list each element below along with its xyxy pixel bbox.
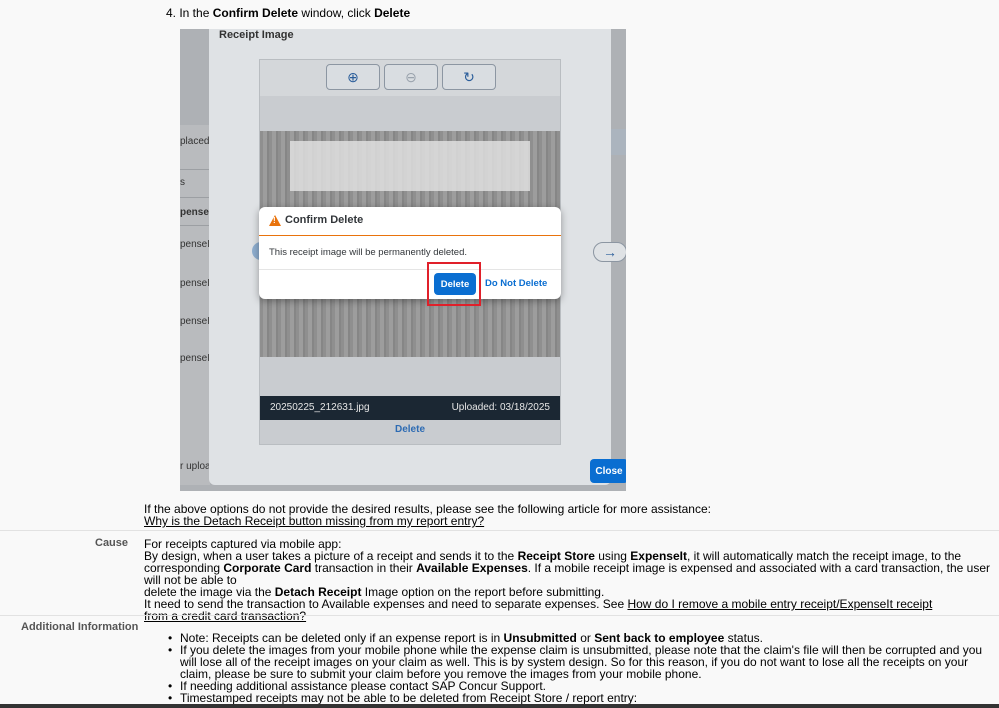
list-item: Timestamped receipts may not be able to … xyxy=(144,692,990,704)
modal-title: Receipt Image xyxy=(219,29,294,41)
background-row-text: penseIt xyxy=(180,239,210,250)
dialog-footer-divider xyxy=(259,269,561,270)
additional-information-list: Note: Receipts can be deleted only if an… xyxy=(144,632,990,704)
zoom-out-icon[interactable]: ⊖ xyxy=(384,64,438,90)
section-divider xyxy=(0,615,999,616)
highlight-box xyxy=(427,262,481,306)
dialog-title: Confirm Delete xyxy=(285,214,364,226)
followup-link-wrap: Why is the Detach Receipt button missing… xyxy=(144,515,484,527)
background-divider xyxy=(180,225,210,226)
viewer-delete-link[interactable]: Delete xyxy=(260,424,560,435)
receipt-filename: 20250225_212631.jpg xyxy=(270,402,370,413)
cause-label: Cause xyxy=(95,537,129,549)
dialog-header: ! Confirm Delete xyxy=(259,207,561,236)
receipt-uploaded-date: Uploaded: 03/18/2025 xyxy=(451,402,550,413)
zoom-in-icon[interactable]: ⊕ xyxy=(326,64,380,90)
step-window-name: Confirm Delete xyxy=(212,6,299,20)
additional-information-content: Note: Receipts can be deleted only if an… xyxy=(144,632,990,704)
background-row-text: s xyxy=(180,177,185,188)
detach-receipt-article-link[interactable]: Why is the Detach Receipt button missing… xyxy=(144,514,484,528)
background-row-text: penseIt xyxy=(180,353,210,364)
step-instruction: 4. In the Confirm Delete window, click D… xyxy=(166,6,410,20)
instruction-screenshot: placed s pense penseIt penseIt penseIt p… xyxy=(180,29,626,491)
list-item: If you delete the images from your mobil… xyxy=(144,644,990,680)
step-action: Delete xyxy=(374,6,411,20)
viewer-toolbar: ⊕ ⊖ ↻ xyxy=(260,60,560,96)
close-button[interactable]: Close xyxy=(590,459,626,483)
background-row-text: placed xyxy=(180,136,210,147)
background-divider xyxy=(180,197,210,198)
cause-content: For receipts captured via mobile app: By… xyxy=(144,538,990,622)
cause-line: It need to send the transaction to Avail… xyxy=(144,598,944,622)
step-middle: window, click xyxy=(298,6,375,20)
background-row-text: penseIt xyxy=(180,278,210,289)
additional-information-label: Additional Information xyxy=(21,621,139,633)
do-not-delete-button[interactable]: Do Not Delete xyxy=(485,278,547,289)
rotate-icon[interactable]: ↻ xyxy=(442,64,496,90)
text: Available Expenses xyxy=(416,561,528,575)
cause-line: corresponding Corporate Card transaction… xyxy=(144,562,990,586)
receipt-paper xyxy=(290,141,530,191)
step-prefix: 4. In the xyxy=(166,6,213,20)
next-arrow-icon[interactable]: → xyxy=(593,242,626,262)
warning-icon: ! xyxy=(269,215,281,226)
confirm-delete-dialog: ! Confirm Delete This receipt image will… xyxy=(259,207,561,299)
bottom-border xyxy=(0,704,999,708)
text: transaction in their xyxy=(311,561,417,575)
receipt-caption: 20250225_212631.jpg Uploaded: 03/18/2025 xyxy=(260,396,560,420)
dialog-message: This receipt image will be permanently d… xyxy=(269,247,468,258)
background-divider xyxy=(180,169,210,170)
section-divider xyxy=(0,530,999,531)
background-row-text: penseIt xyxy=(180,316,210,327)
background-row-text: pense xyxy=(180,207,209,218)
background-row-text: r uploa xyxy=(180,461,210,472)
